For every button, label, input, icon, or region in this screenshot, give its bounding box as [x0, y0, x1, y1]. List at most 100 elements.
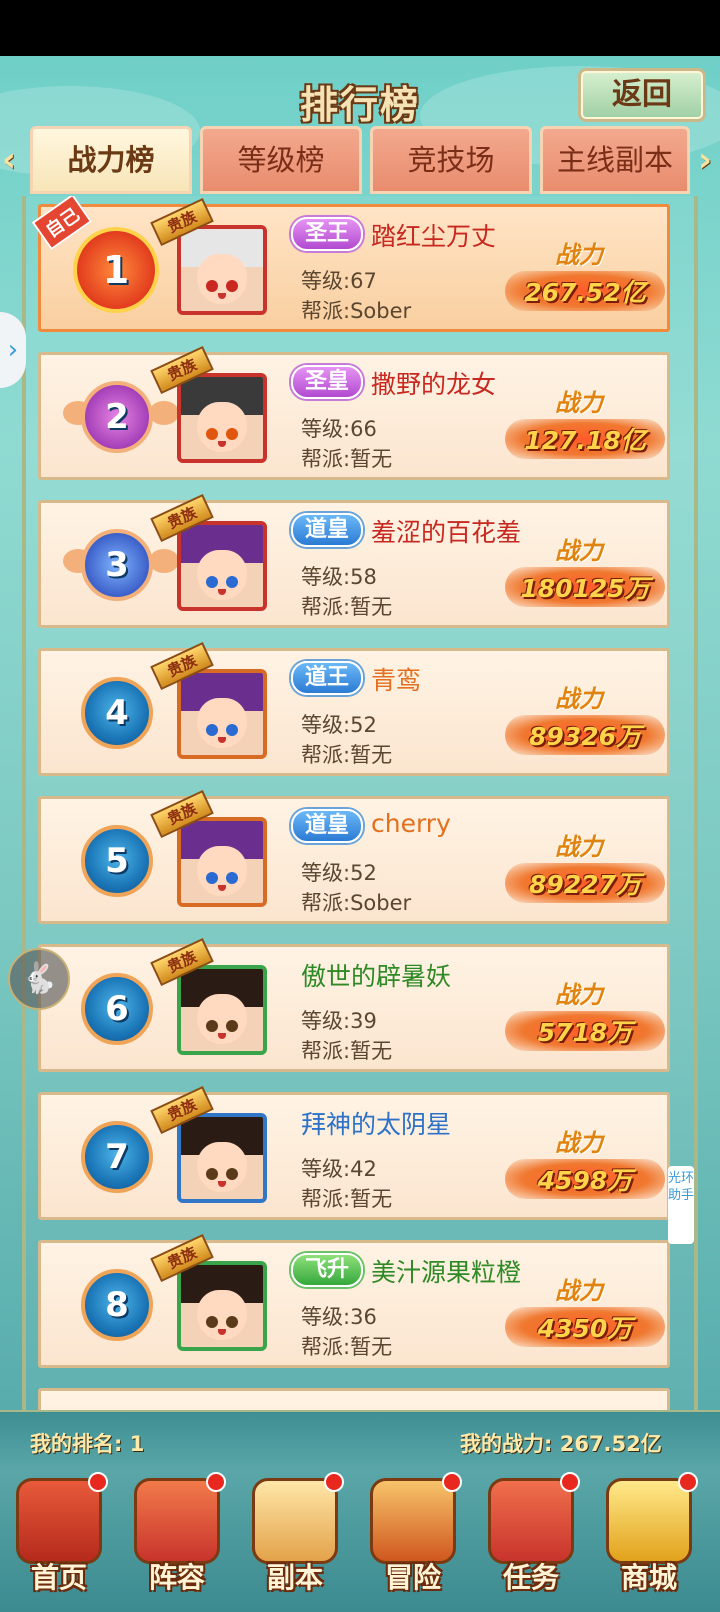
avatar[interactable]: [177, 373, 267, 463]
nav-label: 冒险: [384, 1561, 441, 1594]
dungeon-icon: [252, 1478, 338, 1564]
power-label: 战力: [555, 981, 603, 1009]
nav-label: 阵容: [148, 1561, 205, 1594]
my-rank-bar: 我的排名: 1 我的战力: 267.52亿: [0, 1410, 720, 1470]
title-badge: 飞升: [291, 1253, 363, 1287]
notification-dot: [324, 1472, 344, 1492]
player-name: 撒野的龙女: [371, 370, 497, 399]
nav-label: 任务: [502, 1561, 559, 1594]
floating-assistant-icon[interactable]: 🐇: [8, 948, 70, 1010]
nav-shop[interactable]: 商城: [594, 1470, 704, 1612]
list-item[interactable]: 3 贵族 道皇 羞涩的百花羞 等级:58 帮派:暂无 战力 180125万: [38, 493, 670, 628]
ranking-list[interactable]: 1 自己 贵族 圣王 踏红尘万丈 等级:67 帮派:Sober 战力 267.5…: [22, 196, 698, 1456]
nav-dungeon[interactable]: 副本: [240, 1470, 350, 1612]
rank-tabs: ‹ 战力榜 等级榜 竞技场 主线副本 ›: [0, 126, 720, 196]
nav-label: 首页: [30, 1561, 87, 1594]
list-item[interactable]: 5 贵族 道皇 cherry 等级:52 帮派:Sober 战力 89227万: [38, 789, 670, 924]
power-value: 180125万: [520, 574, 650, 603]
my-rank: 我的排名: 1: [30, 1432, 145, 1456]
adventure-icon: [370, 1478, 456, 1564]
list-item[interactable]: 8 贵族 飞升 美汁源果粒橙 等级:36 帮派:暂无 战力 4350万: [38, 1233, 670, 1368]
power-value: 267.52亿: [524, 278, 646, 307]
rank-badge: 3: [81, 529, 153, 601]
avatar[interactable]: [177, 1113, 267, 1203]
power-value: 4598万: [537, 1166, 633, 1195]
status-bar: [0, 0, 720, 56]
lineup-icon: [134, 1478, 220, 1564]
nav-adventure[interactable]: 冒险: [358, 1470, 468, 1612]
player-guild: 帮派:暂无: [301, 595, 393, 619]
rank-badge: 7: [81, 1121, 153, 1193]
nav-label: 商城: [620, 1561, 677, 1594]
rank-badge: 8: [81, 1269, 153, 1341]
power-label: 战力: [555, 1277, 603, 1305]
power-label: 战力: [555, 389, 603, 417]
player-level: 等级:42: [301, 1157, 377, 1181]
player-guild: 帮派:Sober: [301, 299, 412, 323]
avatar[interactable]: [177, 965, 267, 1055]
tabs-prev-arrow-icon[interactable]: ‹: [2, 140, 16, 180]
tab-arena[interactable]: 竞技场: [370, 126, 532, 194]
player-guild: 帮派:Sober: [301, 891, 412, 915]
notification-dot: [88, 1472, 108, 1492]
nav-tasks[interactable]: 任务: [476, 1470, 586, 1612]
player-level: 等级:36: [301, 1305, 377, 1329]
list-item[interactable]: 1 自己 贵族 圣王 踏红尘万丈 等级:67 帮派:Sober 战力 267.5…: [31, 196, 670, 332]
avatar[interactable]: [177, 817, 267, 907]
player-guild: 帮派:暂无: [301, 1335, 393, 1359]
power-value: 127.18亿: [524, 426, 646, 455]
tabs-next-arrow-icon[interactable]: ›: [698, 140, 712, 180]
player-name: cherry: [371, 809, 451, 838]
player-level: 等级:52: [301, 713, 377, 737]
avatar[interactable]: [177, 521, 267, 611]
player-level: 等级:52: [301, 861, 377, 885]
nav-label: 副本: [266, 1561, 323, 1594]
player-name: 青鸾: [371, 666, 422, 695]
list-item[interactable]: 2 贵族 圣皇 撒野的龙女 等级:66 帮派:暂无 战力 127.18亿: [38, 345, 670, 480]
notification-dot: [560, 1472, 580, 1492]
helper-side-tab[interactable]: 光环助手: [668, 1166, 694, 1244]
player-name: 羞涩的百花羞: [371, 518, 522, 547]
player-level: 等级:67: [301, 269, 377, 293]
player-guild: 帮派:暂无: [301, 447, 393, 471]
rank-badge: 4: [81, 677, 153, 749]
player-guild: 帮派:暂无: [301, 1187, 393, 1211]
power-label: 战力: [555, 833, 603, 861]
tab-main-dungeon[interactable]: 主线副本: [540, 126, 690, 194]
avatar[interactable]: [177, 669, 267, 759]
tab-level[interactable]: 等级榜: [200, 126, 362, 194]
my-power: 我的战力: 267.52亿: [460, 1432, 662, 1456]
list-item[interactable]: 4 贵族 道王 青鸾 等级:52 帮派:暂无 战力 89326万: [38, 641, 670, 776]
nav-home[interactable]: 首页: [4, 1470, 114, 1612]
badge-wing: [149, 401, 179, 425]
title-badge: 圣王: [291, 217, 363, 251]
rank-badge: 2: [81, 381, 153, 453]
avatar[interactable]: [177, 1261, 267, 1351]
rank-badge: 1: [73, 227, 159, 313]
notification-dot: [206, 1472, 226, 1492]
title-badge: 圣皇: [291, 365, 363, 399]
power-value: 4350万: [537, 1314, 633, 1343]
list-item[interactable]: 6 贵族 傲世的辟暑妖 等级:39 帮派:暂无 战力 5718万: [38, 937, 670, 1072]
power-value: 89227万: [529, 870, 641, 899]
power-label: 战力: [555, 241, 603, 269]
power-label: 战力: [555, 685, 603, 713]
tab-power[interactable]: 战力榜: [30, 126, 192, 194]
player-name: 拜神的太阴星: [301, 1110, 452, 1139]
title-badge: 道王: [291, 661, 363, 695]
title-badge: 道皇: [291, 513, 363, 547]
player-name: 踏红尘万丈: [371, 222, 497, 251]
player-level: 等级:39: [301, 1009, 377, 1033]
bottom-nav: 首页 阵容 副本 冒险 任务 商城: [0, 1470, 720, 1612]
player-guild: 帮派:暂无: [301, 743, 393, 767]
avatar[interactable]: [177, 225, 267, 315]
notification-dot: [678, 1472, 698, 1492]
list-item[interactable]: 7 贵族 拜神的太阴星 等级:42 帮派:暂无 战力 4598万: [38, 1085, 670, 1220]
nav-lineup[interactable]: 阵容: [122, 1470, 232, 1612]
rank-badge: 6: [81, 973, 153, 1045]
player-guild: 帮派:暂无: [301, 1039, 393, 1063]
leaderboard-screen: 排行榜 返回 ‹ 战力榜 等级榜 竞技场 主线副本 › 1 自己 贵族 圣王 踏…: [0, 56, 720, 1612]
back-button[interactable]: 返回: [578, 68, 706, 122]
tasks-icon: [488, 1478, 574, 1564]
player-name: 傲世的辟暑妖: [301, 962, 452, 991]
